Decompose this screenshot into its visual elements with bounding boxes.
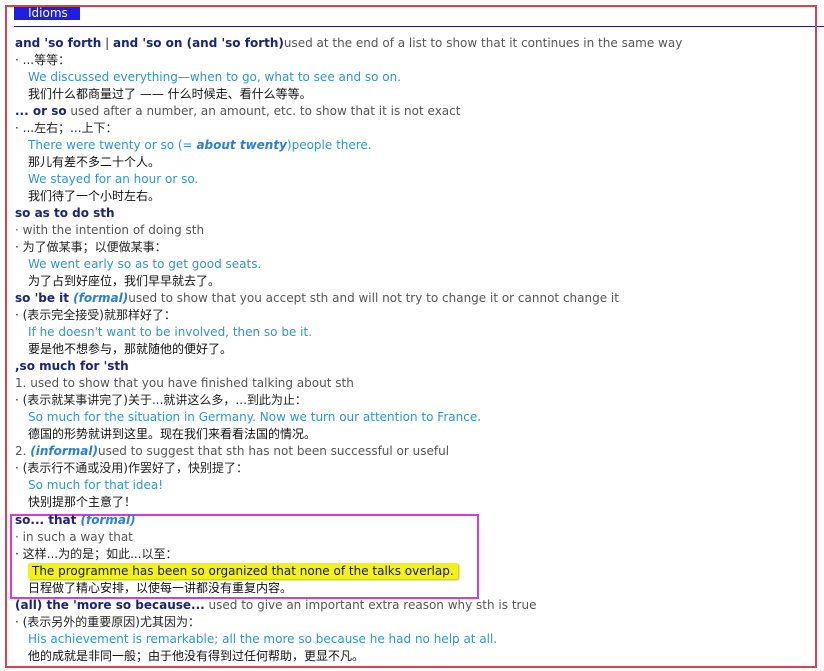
sense-definition: 2. (informal)used to suggest that sth ha… (15, 443, 449, 460)
example-sentence: So much for that idea! (28, 478, 164, 492)
example-translation: 德国的形势就讲到这里。现在我们来看看法国的情况。 (28, 427, 317, 441)
idiom-headword[interactable]: so... that (15, 513, 76, 527)
idiom-translation: · (表示完全接受)就那样好了： (15, 308, 176, 322)
example-sentence-highlighted: The programme has been so organized that… (28, 563, 458, 580)
example-translation: 为了占到好座位，我们早早就去了。 (28, 274, 221, 288)
example-sentence: His achievement is remarkable; all the m… (28, 632, 498, 646)
idiom-translation: · ...左右；...上下： (15, 121, 118, 135)
idiom-entry-so-as-to: so as to do sth (15, 205, 115, 222)
register-label[interactable]: (formal) (69, 291, 128, 305)
sense-translation: · (表示行不通或没用)作罢好了，快别提了： (15, 461, 248, 475)
idiom-translation: · 为了做某事；以便做某事： (15, 240, 167, 254)
sense-definition-text: used to suggest that sth has not been su… (98, 444, 450, 458)
example-translation: 我们待了一个小时左右。 (28, 189, 161, 203)
sense-number: 2. (15, 444, 31, 458)
idiom-translation: · ...等等： (15, 53, 71, 67)
example-translation: 快别提那个主意了！ (28, 495, 137, 509)
example-sentence: There were twenty or so (= about twenty)… (28, 137, 372, 154)
example-sentence: If he doesn't want to be involved, then … (28, 325, 313, 339)
idiom-headword[interactable]: so as to do sth (15, 206, 115, 220)
idiom-entry-so-that: so... that (formal) (15, 512, 136, 529)
example-sentence: We went early so as to get good seats. (28, 257, 262, 271)
idiom-definition: · with the intention of doing sth (15, 223, 205, 237)
idiom-headword[interactable]: and 'so on (and 'so forth) (113, 36, 284, 50)
example-sentence: So much for the situation in Germany. No… (28, 410, 482, 424)
example-text: )people there. (286, 138, 372, 152)
idiom-headword[interactable]: ,so much for 'sth (15, 359, 129, 373)
highlighted-example[interactable]: The programme has been so organized that… (28, 563, 458, 579)
idiom-entry-all-the-more-so: (all) the 'more so because... used to gi… (15, 597, 536, 614)
example-translation: 那儿有差不多二十个人。 (28, 155, 161, 169)
sense-translation: · (表示就某事讲完了)关于...就讲这么多，...到此为止： (15, 393, 307, 407)
idiom-headword[interactable]: (all) the 'more so because... (15, 598, 205, 612)
example-translation: 要是他不想参与，那就随他的便好了。 (28, 342, 233, 356)
idiom-entry-so-much-for: ,so much for 'sth (15, 358, 129, 375)
idiom-definition: used to show that you accept sth and wil… (128, 291, 619, 305)
example-sentence: We stayed for an hour or so. (28, 172, 199, 186)
headword-separator: | (101, 36, 113, 50)
idiom-translation: · (表示另外的重要原因)尤其因为： (15, 615, 200, 629)
idiom-translation: · 这样...为的是；如此...以至： (15, 547, 178, 561)
sense-definition: 1. used to show that you have finished t… (15, 376, 354, 390)
idiom-definition: · in such a way that (15, 530, 133, 544)
example-emphasis[interactable]: about twenty (196, 138, 286, 152)
example-text: There were twenty or so (= (28, 138, 197, 152)
idiom-headword[interactable]: so 'be it (15, 291, 69, 305)
example-translation: 他的成就是非同一般；由于他没有得到过任何帮助，更显不凡。 (28, 649, 365, 663)
example-translation: 日程做了精心安排，以使每一讲都没有重复内容。 (28, 581, 293, 595)
idiom-definition: used after a number, an amount, etc. to … (66, 104, 461, 118)
idiom-headword[interactable]: ... or so (15, 104, 67, 118)
clipped-heading-fragment: ····· (26, 0, 176, 4)
idiom-headword[interactable]: and 'so forth (15, 36, 101, 50)
idiom-definition: used at the end of a list to show that i… (283, 36, 683, 50)
register-label[interactable]: (formal) (76, 513, 136, 527)
example-translation: 我们什么都商量过了 —— 什么时候走、看什么等等。 (28, 87, 312, 101)
idiom-entry-so-be-it: so 'be it (formal)used to show that you … (15, 290, 619, 307)
idiom-entry-and-so-forth: and 'so forth | and 'so on (and 'so fort… (15, 35, 682, 52)
idiom-definition: used to give an important extra reason w… (204, 598, 537, 612)
idiom-entry-or-so: ... or so used after a number, an amount… (15, 103, 460, 120)
register-label[interactable]: (informal) (30, 444, 98, 458)
example-sentence: We discussed everything—when to go, what… (28, 70, 402, 84)
